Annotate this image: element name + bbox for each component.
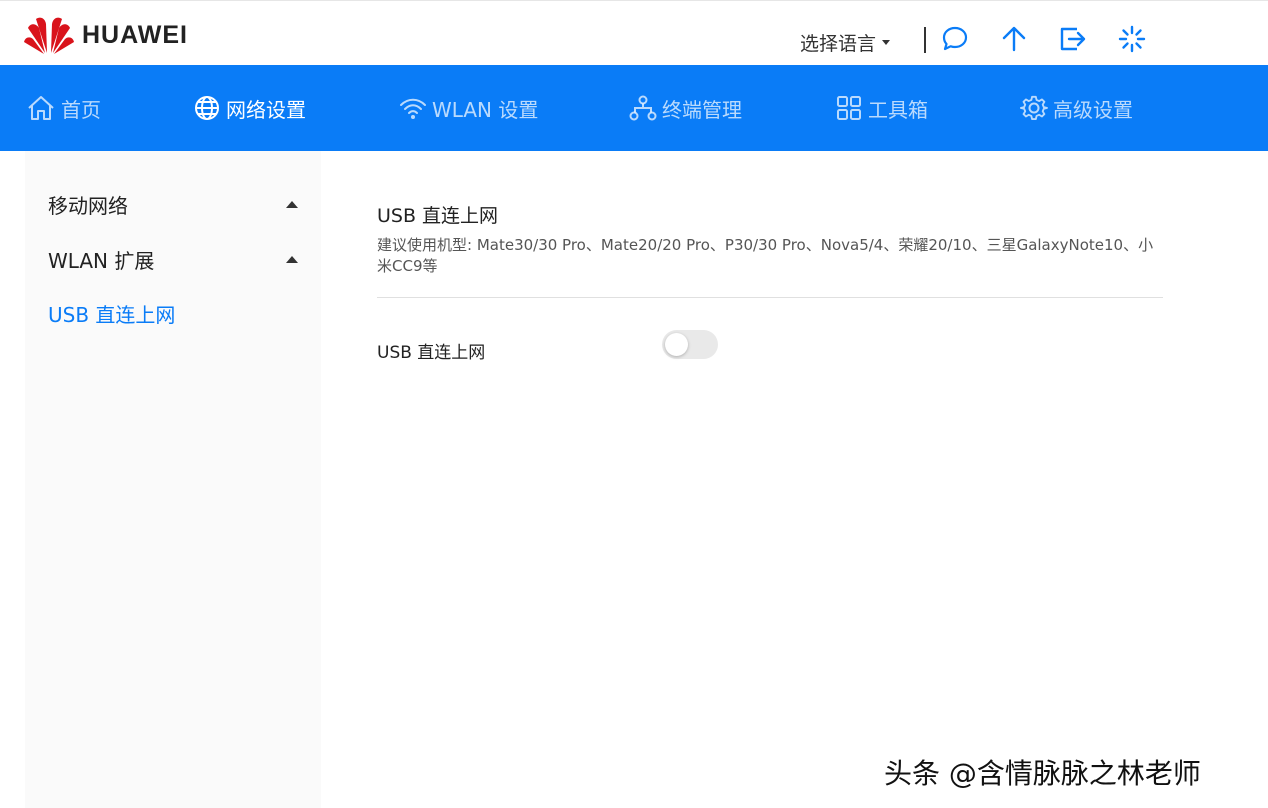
page-description: 建议使用机型: Mate30/30 Pro、Mate20/20 Pro、P30/…	[377, 236, 1154, 275]
nav-toolbox[interactable]: 工具箱	[835, 65, 928, 151]
nav-advanced-settings[interactable]: 高级设置	[1020, 65, 1133, 151]
wifi-icon	[400, 98, 426, 119]
message-icon[interactable]	[941, 25, 969, 53]
huawei-logo[interactable]: HUAWEI	[24, 15, 188, 55]
sidebar-item-label: 移动网络	[48, 193, 128, 218]
sidebar-item-mobile-network[interactable]: 移动网络	[48, 189, 298, 219]
upload-icon[interactable]	[1000, 25, 1028, 53]
sidebar-item-label: USB 直连上网	[48, 302, 176, 327]
collapse-arrow-icon[interactable]	[286, 256, 298, 263]
top-header: HUAWEI 选择语言	[0, 0, 1268, 65]
nav-device-management[interactable]: 终端管理	[629, 65, 742, 151]
sidebar: 移动网络 WLAN 扩展 USB 直连上网	[25, 151, 321, 808]
language-label: 选择语言	[800, 33, 877, 55]
language-selector[interactable]: 选择语言	[800, 29, 891, 56]
header-divider	[924, 27, 926, 53]
nav-advanced-label: 高级设置	[1053, 97, 1133, 122]
home-icon	[28, 96, 54, 120]
collapse-arrow-icon[interactable]	[286, 201, 298, 208]
watermark-text: 头条 @含情脉脉之林老师	[884, 757, 1201, 790]
nav-network-settings[interactable]: 网络设置	[193, 65, 306, 151]
nav-wlan-label: WLAN 设置	[432, 97, 539, 122]
caret-down-icon	[882, 40, 891, 45]
sidebar-item-label: WLAN 扩展	[48, 248, 155, 273]
nav-toolbox-label: 工具箱	[868, 97, 928, 122]
huawei-flower-icon	[24, 17, 74, 54]
nav-home[interactable]: 首页	[26, 65, 101, 151]
sidebar-item-wlan-extension[interactable]: WLAN 扩展	[48, 244, 298, 274]
brand-name: HUAWEI	[82, 20, 188, 49]
devices-icon	[629, 95, 657, 121]
toolbox-icon	[837, 96, 861, 120]
logout-icon[interactable]	[1059, 25, 1087, 53]
nav-home-label: 首页	[61, 97, 101, 122]
sidebar-item-usb-tethering[interactable]: USB 直连上网	[48, 298, 298, 328]
section-divider	[377, 297, 1163, 298]
usb-tethering-toggle[interactable]	[662, 330, 718, 359]
main-nav: 首页 网络设置 WLAN 设置 终端管理 工具箱 高级设置	[0, 65, 1268, 151]
nav-network-label: 网络设置	[226, 97, 306, 122]
toggle-knob	[665, 333, 688, 356]
usb-tethering-label: USB 直连上网	[377, 343, 486, 363]
nav-device-label: 终端管理	[662, 97, 742, 122]
gear-icon	[1020, 95, 1048, 121]
page-title: USB 直连上网	[377, 205, 499, 227]
globe-icon	[195, 96, 219, 120]
nav-wlan-settings[interactable]: WLAN 设置	[399, 65, 538, 151]
loading-icon[interactable]	[1118, 25, 1146, 53]
